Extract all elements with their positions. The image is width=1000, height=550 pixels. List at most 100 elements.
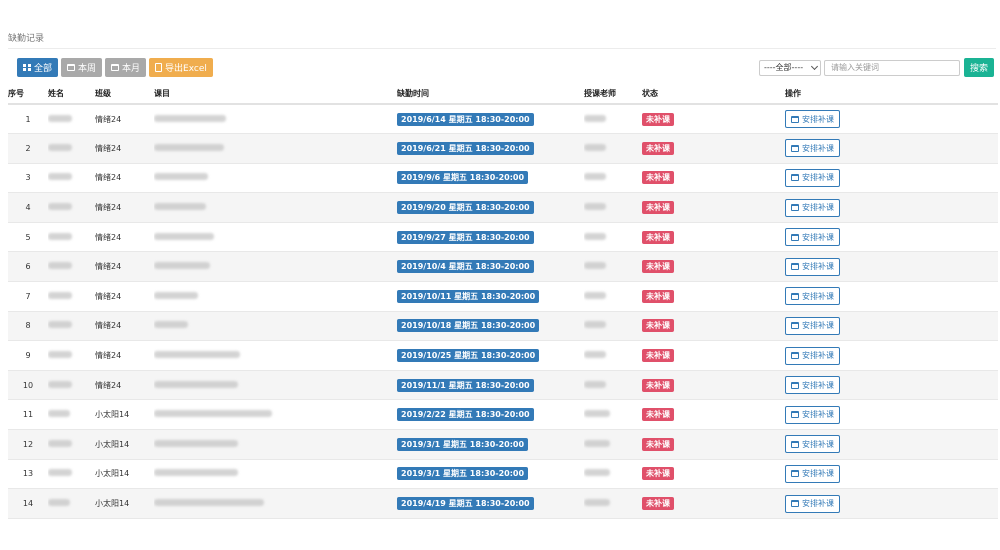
arrange-makeup-button[interactable]: 安排补课 (785, 198, 840, 217)
status-cell: 未补课 (642, 133, 785, 164)
absence-time-cell: 2019/3/1 星期五 18:30-20:00 (397, 429, 584, 460)
arrange-makeup-button[interactable]: 安排补课 (785, 435, 840, 454)
action-cell: 安排补课 (785, 104, 998, 135)
status-badge: 未补课 (642, 319, 674, 333)
arrange-makeup-button-label: 安排补课 (802, 262, 834, 272)
arrange-makeup-button[interactable]: 安排补课 (785, 139, 840, 158)
status-cell: 未补课 (642, 399, 785, 431)
status-cell: 未补课 (642, 163, 785, 194)
all-button[interactable]: 全部 (17, 58, 59, 77)
blurred-teacher-name (584, 114, 606, 122)
arrange-makeup-button[interactable]: 安排补课 (785, 287, 840, 306)
arrange-makeup-button[interactable]: 安排补课 (785, 405, 840, 424)
absence-time-label: 2019/10/18 星期五 18:30-20:00 (397, 319, 540, 333)
absence-time-cell: 2019/10/18 星期五 18:30-20:00 (397, 311, 584, 342)
teacher-cell (584, 488, 642, 519)
calendar-icon (791, 263, 799, 271)
class-cell: 小太阳14 (95, 399, 154, 431)
arrange-makeup-button[interactable]: 安排补课 (785, 376, 840, 395)
search-input[interactable] (824, 59, 960, 76)
status-badge: 未补课 (642, 349, 674, 363)
table-row: 12 小太阳14 2019/3/1 星期五 18:30-20:00 未补课 安排补课 (8, 429, 998, 460)
blurred-subject (154, 380, 238, 388)
teacher-cell (584, 429, 642, 460)
status-cell: 未补课 (642, 429, 785, 460)
class-cell: 小太阳14 (95, 488, 154, 519)
blurred-subject (154, 439, 238, 447)
absence-time-cell: 2019/4/19 星期五 18:30-20:00 (397, 488, 584, 519)
file-icon (155, 63, 163, 72)
column-header-class: 班级 (95, 83, 154, 105)
blurred-student-name (48, 262, 72, 270)
class-cell: 情绪24 (95, 281, 154, 312)
export-excel-button[interactable]: 导出Excel (149, 58, 213, 77)
row-index: 1 (8, 104, 48, 135)
action-cell: 安排补课 (785, 488, 998, 519)
column-header-absence-time: 缺勤时间 (397, 83, 584, 105)
calendar-icon (791, 470, 799, 478)
absence-time-label: 2019/6/14 星期五 18:30-20:00 (397, 112, 534, 126)
search-button[interactable]: 搜索 (964, 58, 995, 77)
class-cell: 情绪24 (95, 251, 154, 283)
absence-time-label: 2019/9/20 星期五 18:30-20:00 (397, 201, 534, 215)
student-name-cell (48, 222, 95, 253)
filter-bar: ----全部---- 搜索 (759, 58, 995, 77)
absence-time-label: 2019/10/11 星期五 18:30-20:00 (397, 289, 540, 303)
status-cell: 未补课 (642, 370, 785, 401)
arrange-makeup-button[interactable]: 安排补课 (785, 228, 840, 247)
status-badge: 未补课 (642, 112, 674, 126)
blurred-student-name (48, 380, 72, 388)
blurred-subject (154, 499, 264, 507)
arrange-makeup-button-label: 安排补课 (802, 232, 834, 242)
student-name-cell (48, 311, 95, 342)
status-cell: 未补课 (642, 281, 785, 312)
blurred-teacher-name (584, 321, 606, 329)
blurred-student-name (48, 114, 72, 122)
subject-cell (154, 488, 397, 519)
absence-time-label: 2019/6/21 星期五 18:30-20:00 (397, 141, 534, 155)
calendar-icon (791, 322, 799, 330)
absence-time-cell: 2019/9/27 星期五 18:30-20:00 (397, 222, 584, 253)
this-week-button-label: 本周 (78, 64, 97, 74)
arrange-makeup-button[interactable]: 安排补课 (785, 346, 840, 365)
arrange-makeup-button-label: 安排补课 (802, 203, 834, 213)
arrange-makeup-button[interactable]: 安排补课 (785, 316, 840, 335)
calendar-icon (791, 500, 799, 508)
this-month-button[interactable]: 本月 (105, 58, 147, 77)
arrange-makeup-button[interactable]: 安排补课 (785, 110, 840, 129)
blurred-subject (154, 321, 188, 329)
blurred-student-name (48, 499, 70, 507)
status-badge: 未补课 (642, 378, 674, 392)
this-week-button[interactable]: 本周 (61, 58, 103, 77)
row-index: 11 (8, 399, 48, 431)
calendar-icon (791, 174, 799, 182)
table-row: 4 情绪24 2019/9/20 星期五 18:30-20:00 未补课 安排补课 (8, 192, 998, 223)
arrange-makeup-button-label: 安排补课 (802, 499, 834, 509)
absence-time-cell: 2019/10/4 星期五 18:30-20:00 (397, 251, 584, 283)
class-cell: 情绪24 (95, 163, 154, 194)
arrange-makeup-button[interactable]: 安排补课 (785, 168, 840, 187)
teacher-cell (584, 340, 642, 371)
arrange-makeup-button-label: 安排补课 (802, 321, 834, 331)
status-cell: 未补课 (642, 311, 785, 342)
blurred-student-name (48, 203, 72, 211)
class-cell: 情绪24 (95, 370, 154, 401)
subject-cell (154, 459, 397, 490)
teacher-cell (584, 399, 642, 431)
calendar-icon (791, 115, 799, 123)
student-name-cell (48, 281, 95, 312)
arrange-makeup-button-label: 安排补课 (802, 173, 834, 183)
arrange-makeup-button[interactable]: 安排补课 (785, 464, 840, 483)
column-header-subject: 课目 (154, 83, 397, 105)
action-cell: 安排补课 (785, 370, 998, 401)
teacher-cell (584, 104, 642, 135)
arrange-makeup-button-label: 安排补课 (802, 469, 834, 479)
column-header-status: 状态 (642, 83, 785, 105)
status-cell: 未补课 (642, 251, 785, 283)
category-select[interactable]: ----全部---- (759, 59, 821, 76)
student-name-cell (48, 133, 95, 164)
arrange-makeup-button[interactable]: 安排补课 (785, 257, 840, 276)
student-name-cell (48, 340, 95, 371)
arrange-makeup-button[interactable]: 安排补课 (785, 494, 840, 513)
status-badge: 未补课 (642, 497, 674, 511)
